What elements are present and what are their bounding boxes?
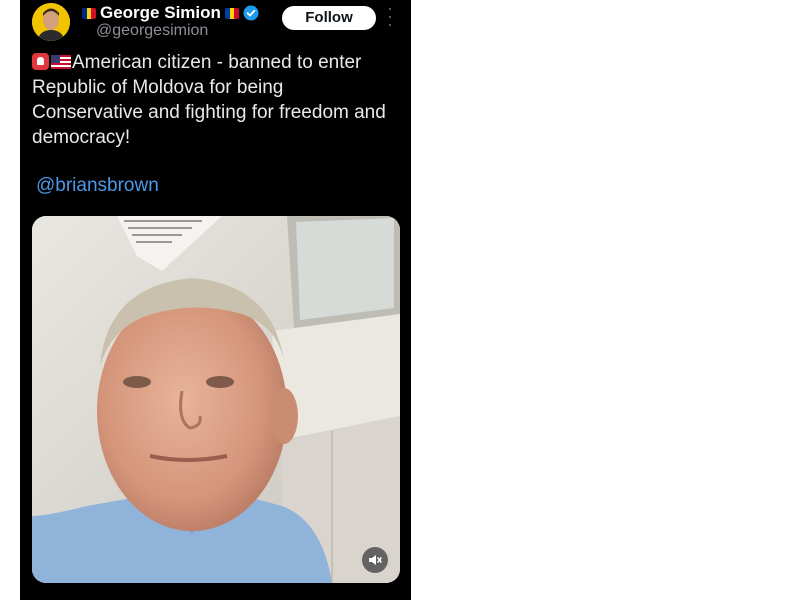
video-player[interactable] [32, 216, 400, 583]
us-flag-emoji-icon [51, 55, 71, 69]
police-light-emoji-icon [32, 53, 49, 70]
mention-link[interactable]: @briansbrown [36, 175, 159, 197]
tweet-card: George Simion @georgesimion Follow Ameri… [20, 0, 411, 600]
muted-speaker-icon [369, 555, 382, 565]
avatar-image [32, 3, 70, 41]
video-frame [32, 216, 400, 583]
follow-button[interactable]: Follow [282, 6, 376, 30]
more-vertical-icon[interactable] [386, 8, 394, 26]
author-display-name[interactable]: George Simion [100, 3, 221, 23]
romania-flag-icon [82, 7, 96, 19]
author-handle[interactable]: @georgesimion [96, 22, 208, 40]
author-name-row[interactable]: George Simion [82, 2, 259, 24]
verified-badge-icon [243, 5, 259, 21]
tweet-text: American citizen - banned to enter Repub… [32, 52, 386, 148]
avatar[interactable] [32, 3, 70, 41]
tweet-text-container: American citizen - banned to enter Repub… [32, 50, 387, 150]
moldova-flag-icon [224, 7, 239, 19]
mute-button[interactable] [362, 547, 388, 573]
